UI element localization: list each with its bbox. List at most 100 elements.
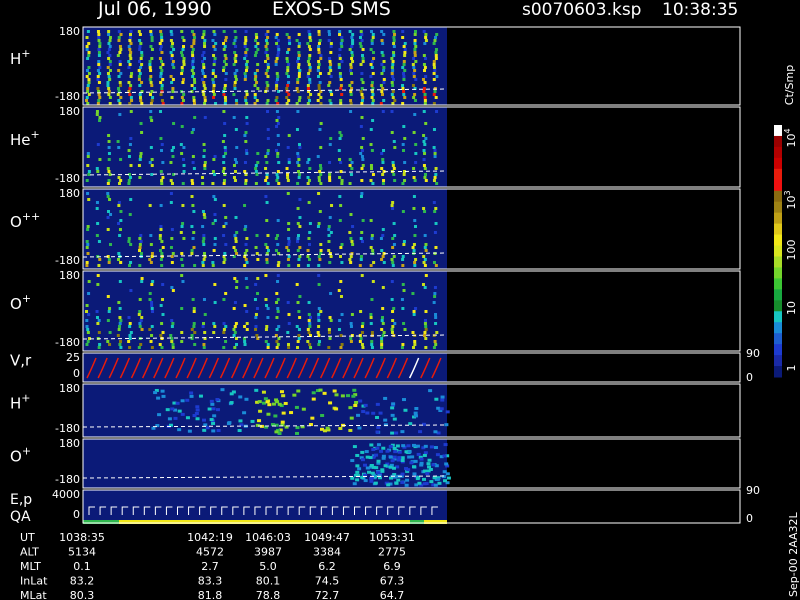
spectrogram-cell [128,93,132,96]
spectrogram-cell [201,210,205,213]
spectrogram-cell [181,204,185,207]
spectrogram-cell [243,252,247,255]
spectrogram-cell [107,261,111,264]
spectrogram-cell [393,234,397,237]
spectrogram-cell [223,60,227,63]
spectrogram-cell [275,119,279,122]
spectrogram-cell [170,228,174,231]
spectrogram-cell [254,51,258,54]
spectrogram-cell [245,48,249,51]
spectrogram-cell [235,286,239,289]
spectrogram-cell [97,93,101,96]
spectrogram-cell [434,36,438,39]
spectrogram-cell [295,240,299,243]
spectrogram-cell [318,258,322,261]
spectrogram-cell [221,140,225,143]
spectrogram-cell [295,39,299,42]
spectrogram-cell [171,78,175,81]
spectrogram-cell [160,69,164,72]
spectrogram-cell [338,33,342,36]
spectrogram-cell [400,480,405,484]
spectrogram-cell [413,99,417,102]
spectrogram-cell [436,477,441,481]
spectrogram-cell [213,155,217,158]
spectrogram-cell [370,331,374,334]
spectrogram-cell [140,277,144,280]
spectrogram-cell [393,322,397,325]
spectrogram-cell [254,164,258,167]
spectrogram-cell [203,164,207,167]
spectrogram-cell [340,179,344,182]
spectrogram-cell [317,319,321,322]
spectrogram-cell [370,96,374,99]
spectrogram-cell [106,72,110,75]
spectrogram-cell [297,57,301,60]
spectrogram-cell [119,96,123,99]
ephemeris-value: 72.7 [315,589,340,600]
spectrogram-cell [95,234,99,237]
spectrogram-cell [317,179,321,182]
spectrogram-cell [421,78,425,81]
ephemeris-value: 1042:19 [187,531,233,544]
spectrogram-cell [255,81,259,84]
spectrogram-cell [317,264,321,267]
spectrogram-cell [211,81,215,84]
spectrogram-cell [211,170,215,173]
spectrogram-cell [329,42,333,45]
spectrogram-cell [182,146,186,149]
spectrogram-cell [319,249,323,252]
spectrogram-cell [306,255,310,258]
spectrogram-cell [338,158,342,161]
spectrogram-cell [444,462,449,466]
spectrogram-cell [435,75,439,78]
spectrogram-cell [297,310,301,313]
spectrogram-cell [108,60,112,63]
spectrogram-cell [87,51,91,54]
spectrogram-cell [381,93,385,96]
spectrogram-cell [117,204,121,207]
spectrogram-cell [433,286,437,289]
spectrogram-cell [434,51,438,54]
spectrogram-cell [214,42,218,45]
spectrogram-cell [161,78,165,81]
spectrogram-cell [275,346,279,349]
spectrogram-cell [286,66,290,69]
spectrogram-cell [400,346,404,349]
spectrogram-cell [308,54,312,57]
spectrogram-cell [87,81,91,84]
spectrogram-cell [257,419,262,423]
spectrogram-cell [423,152,427,155]
spectrogram-cell [159,334,163,337]
spectrogram-cell [202,428,207,432]
spectrogram-cell [423,264,427,267]
spectrogram-cell [361,81,365,84]
spectrogram-cell [392,45,396,48]
spectrogram-cell [160,84,164,87]
spectrogram-cell [245,237,249,240]
spectrogram-cell [337,328,341,331]
spectrogram-cell [411,84,415,87]
spectrogram-cell [171,252,175,255]
spectrogram-cell [139,57,143,60]
spectrogram-cell [400,456,405,460]
spectrogram-cell [382,60,386,63]
spectrogram-cell [297,54,301,57]
spectrogram-cell [369,316,373,319]
spectrogram-cell [392,243,396,246]
spectrogram-cell [209,399,214,403]
spectrogram-cell [212,249,216,252]
spectrogram-cell [394,431,399,435]
colorbar-swatch [774,311,782,323]
spectrogram-cell [192,414,197,418]
spectrogram-cell [276,298,280,301]
spectrogram-cell [245,322,249,325]
spectrogram-cell [119,319,123,322]
spectrogram-cell [317,343,321,346]
spectrogram-cell [212,54,216,57]
spectrogram-cell [424,337,428,340]
spectrogram-cell [128,213,132,216]
spectrogram-cell [191,128,195,131]
spectrogram-cell [254,316,258,319]
spectrogram-cell [355,478,360,482]
spectrogram-cell [327,328,331,331]
